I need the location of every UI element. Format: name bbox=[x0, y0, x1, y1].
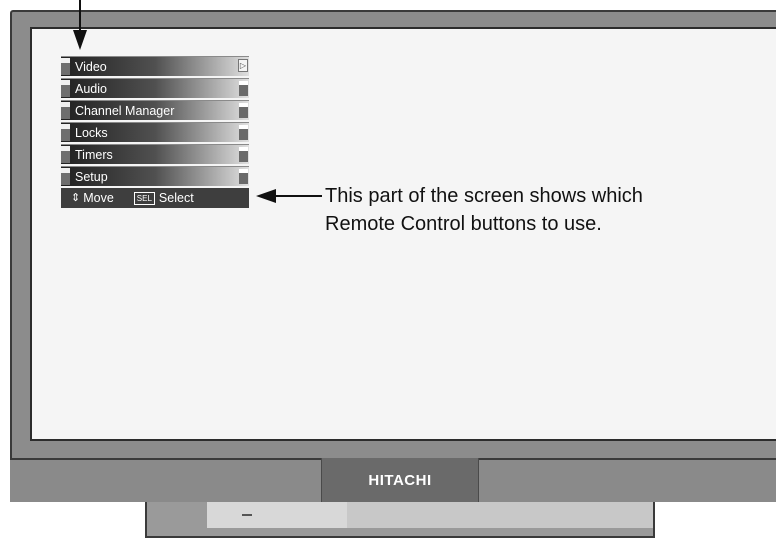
left-arrow-icon bbox=[256, 189, 322, 203]
down-arrow-icon bbox=[73, 0, 87, 50]
callout-arrows bbox=[73, 0, 322, 203]
